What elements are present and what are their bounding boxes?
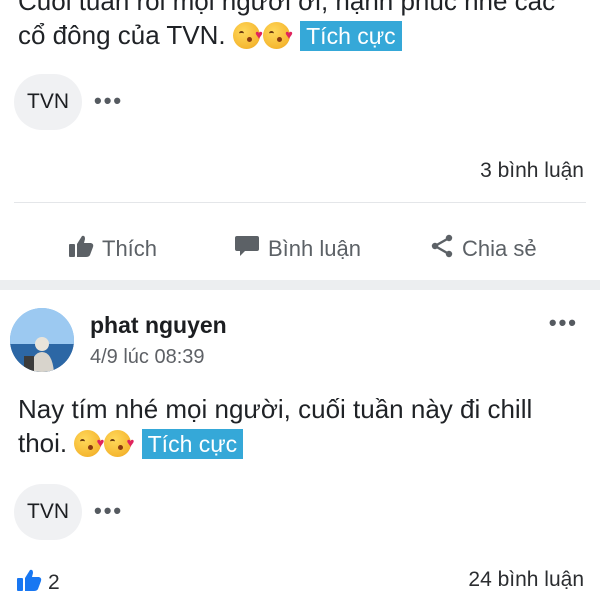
post2-text-line1: Nay tím nhé mọi người, cuối tuần này đi … [18,394,533,424]
more-tags-button[interactable]: ••• [94,88,123,114]
speech-bubble-icon [234,234,260,264]
kissing-heart-emoji-icon [104,426,134,460]
thumbs-up-icon [16,568,42,597]
author-name[interactable]: phat nguyen [90,312,227,339]
comment-label: Bình luận [268,236,361,261]
post1-text-line2: cổ đông của TVN. [18,20,226,50]
kissing-heart-emoji-icon [232,18,263,52]
more-tags-button[interactable]: ••• [94,498,123,524]
like-count-value: 2 [48,570,60,594]
post1-text-line2-row: cổ đông của TVN. Tích cực [18,18,598,52]
post1-text-line1: Cuối tuần rồi mọi người ơi, hạnh phúc nh… [18,0,556,16]
post1-comment-count[interactable]: 3 bình luận [480,159,584,183]
post2-text-line2-row: thoi. Tích cực [18,426,598,460]
post2-text: Nay tím nhé mọi người, cuối tuần này đi … [18,392,598,460]
post1-text: Cuối tuần rồi mọi người ơi, hạnh phúc nh… [18,0,598,52]
like-label: Thích [102,236,158,261]
like-button[interactable]: Thích [68,234,157,264]
share-icon [430,234,454,264]
stock-tag-label: TVN [27,90,69,113]
share-label: Chia sẻ [462,236,537,261]
sentiment-badge[interactable]: Tích cực [141,429,244,459]
avatar[interactable] [10,308,74,372]
post2-text-line2: thoi. [18,428,68,458]
sentiment-badge[interactable]: Tích cực [300,21,402,51]
stock-tag-label: TVN [27,500,69,523]
kissing-heart-emoji-icon [74,426,104,460]
post1-divider [14,202,586,203]
post-menu-button[interactable]: ••• [549,310,578,336]
like-count[interactable]: 2 [16,568,60,597]
kissing-heart-emoji-icon [262,18,293,52]
comment-button[interactable]: Bình luận [234,234,361,264]
post2-comment-count[interactable]: 24 bình luận [468,568,584,592]
share-button[interactable]: Chia sẻ [430,234,537,264]
thumbs-up-icon [68,234,94,264]
stock-tag-pill[interactable]: TVN [14,484,82,540]
post-separator [0,280,600,290]
stock-tag-pill[interactable]: TVN [14,74,82,130]
post-timestamp: 4/9 lúc 08:39 [90,346,205,368]
